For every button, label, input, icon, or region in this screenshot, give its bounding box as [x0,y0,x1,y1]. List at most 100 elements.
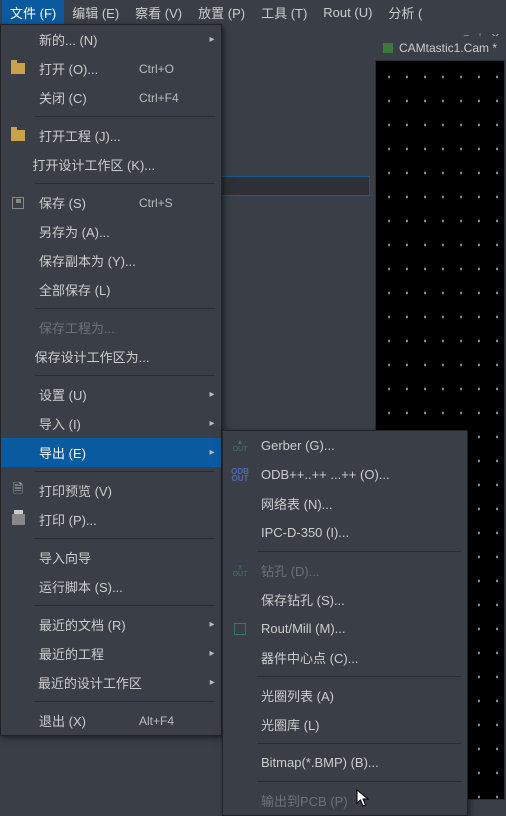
export-pcb: 输出到PCB (P) [223,786,467,815]
export-drill: xOUT钻孔 (D)... [223,556,467,585]
print-preview-icon: 🗎 [1,480,35,502]
file-open-accel: Ctrl+O [139,62,203,76]
save-icon [12,197,24,209]
menu-separator [35,308,215,309]
file-new[interactable]: 新的... (N)▸ [1,25,221,54]
file-save-as-label: 另存为 (A)... [35,222,139,241]
file-exit[interactable]: 退出 (X)Alt+F4 [1,706,221,735]
file-menu: 新的... (N)▸ 打开 (O)...Ctrl+O 关闭 (C)Ctrl+F4… [0,24,222,736]
menu-place[interactable]: 放置 (P) [190,0,253,25]
menu-separator [257,551,461,552]
menu-file[interactable]: 文件 (F) [2,0,64,25]
menu-separator [257,743,461,744]
file-export[interactable]: 导出 (E) ▸ [1,438,221,467]
submenu-arrow-icon: ▸ [203,447,221,458]
menubar: 文件 (F) 编辑 (E) 察看 (V) 放置 (P) 工具 (T) Rout … [0,0,506,24]
file-recent-projects[interactable]: 最近的工程 ▸ [1,639,221,668]
file-open-workspace[interactable]: 打开设计工作区 (K)... [1,150,221,179]
submenu-arrow-icon: ▸ [203,34,221,45]
menu-rout[interactable]: Rout (U) [315,2,380,23]
menu-separator [35,183,215,184]
menu-separator [35,116,215,117]
file-save-all[interactable]: 全部保存 (L) [1,275,221,304]
export-aperture-lib[interactable]: 光圈库 (L) [223,710,467,739]
export-netlist[interactable]: 网络表 (N)... [223,489,467,518]
submenu-arrow-icon: ▸ [203,648,221,659]
menu-separator [35,375,215,376]
file-close-accel: Ctrl+F4 [139,91,203,105]
file-print-preview[interactable]: 🗎打印预览 (V) [1,476,221,505]
file-save-copy[interactable]: 保存副本为 (Y)... [1,246,221,275]
export-aperture-lib-label: 光圈库 (L) [257,715,467,734]
file-close[interactable]: 关闭 (C)Ctrl+F4 [1,83,221,112]
file-save-workspace[interactable]: 保存设计工作区为... [1,342,221,371]
menu-analyze[interactable]: 分析 ( [380,0,430,25]
file-save[interactable]: 保存 (S)Ctrl+S [1,188,221,217]
file-save-workspace-label: 保存设计工作区为... [31,347,150,366]
print-icon [12,514,25,525]
export-netlist-label: 网络表 (N)... [257,494,467,513]
file-save-label: 保存 (S) [35,193,139,212]
file-setup-label: 设置 (U) [35,385,139,404]
menu-edit[interactable]: 编辑 (E) [64,0,127,25]
export-ipc[interactable]: IPC-D-350 (I)... [223,518,467,547]
export-submenu: ▲OUTGerber (G)... ODBOUTODB++..++ ...++ … [222,430,468,816]
file-run-script[interactable]: 运行脚本 (S)... [1,572,221,601]
file-exit-accel: Alt+F4 [139,714,203,728]
file-export-label: 导出 (E) [35,443,139,462]
file-recent-docs-label: 最近的文档 (R) [35,615,139,634]
file-open-label: 打开 (O)... [35,59,139,78]
menu-tools[interactable]: 工具 (T) [253,0,315,25]
menu-view[interactable]: 察看 (V) [127,0,190,25]
file-recent-projects-label: 最近的工程 [35,644,139,663]
file-import[interactable]: 导入 (I)▸ [1,409,221,438]
submenu-arrow-icon: ▸ [203,619,221,630]
odb-icon: ODBOUT [231,468,249,482]
menu-separator [35,471,215,472]
export-rout-mill[interactable]: Rout/Mill (M)... [223,614,467,643]
file-open[interactable]: 打开 (O)...Ctrl+O [1,54,221,83]
folder-icon [11,63,25,74]
file-open-project-label: 打开工程 (J)... [35,126,139,145]
export-aperture-list-label: 光圈列表 (A) [257,686,467,705]
file-run-script-label: 运行脚本 (S)... [35,577,139,596]
file-recent-workspaces-label: 最近的设计工作区 [34,673,142,692]
export-gerber[interactable]: ▲OUTGerber (G)... [223,431,467,460]
file-print-preview-label: 打印预览 (V) [35,481,139,500]
export-save-drill-label: 保存钻孔 (S)... [257,590,467,609]
file-save-project: 保存工程为... [1,313,221,342]
drill-icon: xOUT [233,564,248,578]
menu-separator [257,781,461,782]
export-centroid[interactable]: 器件中心点 (C)... [223,643,467,672]
export-bitmap[interactable]: Bitmap(*.BMP) (B)... [223,748,467,777]
panel-field[interactable] [220,176,370,196]
folder-icon [11,130,25,141]
export-rout-mill-label: Rout/Mill (M)... [257,621,467,636]
file-save-as[interactable]: 另存为 (A)... [1,217,221,246]
export-aperture-list[interactable]: 光圈列表 (A) [223,681,467,710]
menu-separator [257,676,461,677]
file-open-workspace-label: 打开设计工作区 (K)... [28,155,155,174]
export-centroid-label: 器件中心点 (C)... [257,648,467,667]
file-import-wizard[interactable]: 导入向导 [1,543,221,572]
export-save-drill[interactable]: 保存钻孔 (S)... [223,585,467,614]
export-ipc-label: IPC-D-350 (I)... [257,525,467,540]
file-save-project-label: 保存工程为... [35,318,139,337]
export-odb[interactable]: ODBOUTODB++..++ ...++ (O)... [223,460,467,489]
menu-separator [35,605,215,606]
cam-file-icon [383,43,393,53]
file-recent-workspaces[interactable]: 最近的设计工作区▸ [1,668,221,697]
file-open-project[interactable]: 打开工程 (J)... [1,121,221,150]
file-recent-docs[interactable]: 最近的文档 (R) ▸ [1,610,221,639]
menu-separator [35,538,215,539]
file-print-label: 打印 (P)... [35,510,139,529]
document-tab[interactable]: CAMtastic1.Cam * [375,36,505,60]
export-gerber-label: Gerber (G)... [257,438,467,453]
file-save-all-label: 全部保存 (L) [35,280,139,299]
file-setup[interactable]: 设置 (U) ▸ [1,380,221,409]
submenu-arrow-icon: ▸ [203,389,221,400]
menu-separator [35,701,215,702]
chip-icon [234,623,246,635]
file-print[interactable]: 打印 (P)... [1,505,221,534]
submenu-arrow-icon: ▸ [203,418,221,429]
